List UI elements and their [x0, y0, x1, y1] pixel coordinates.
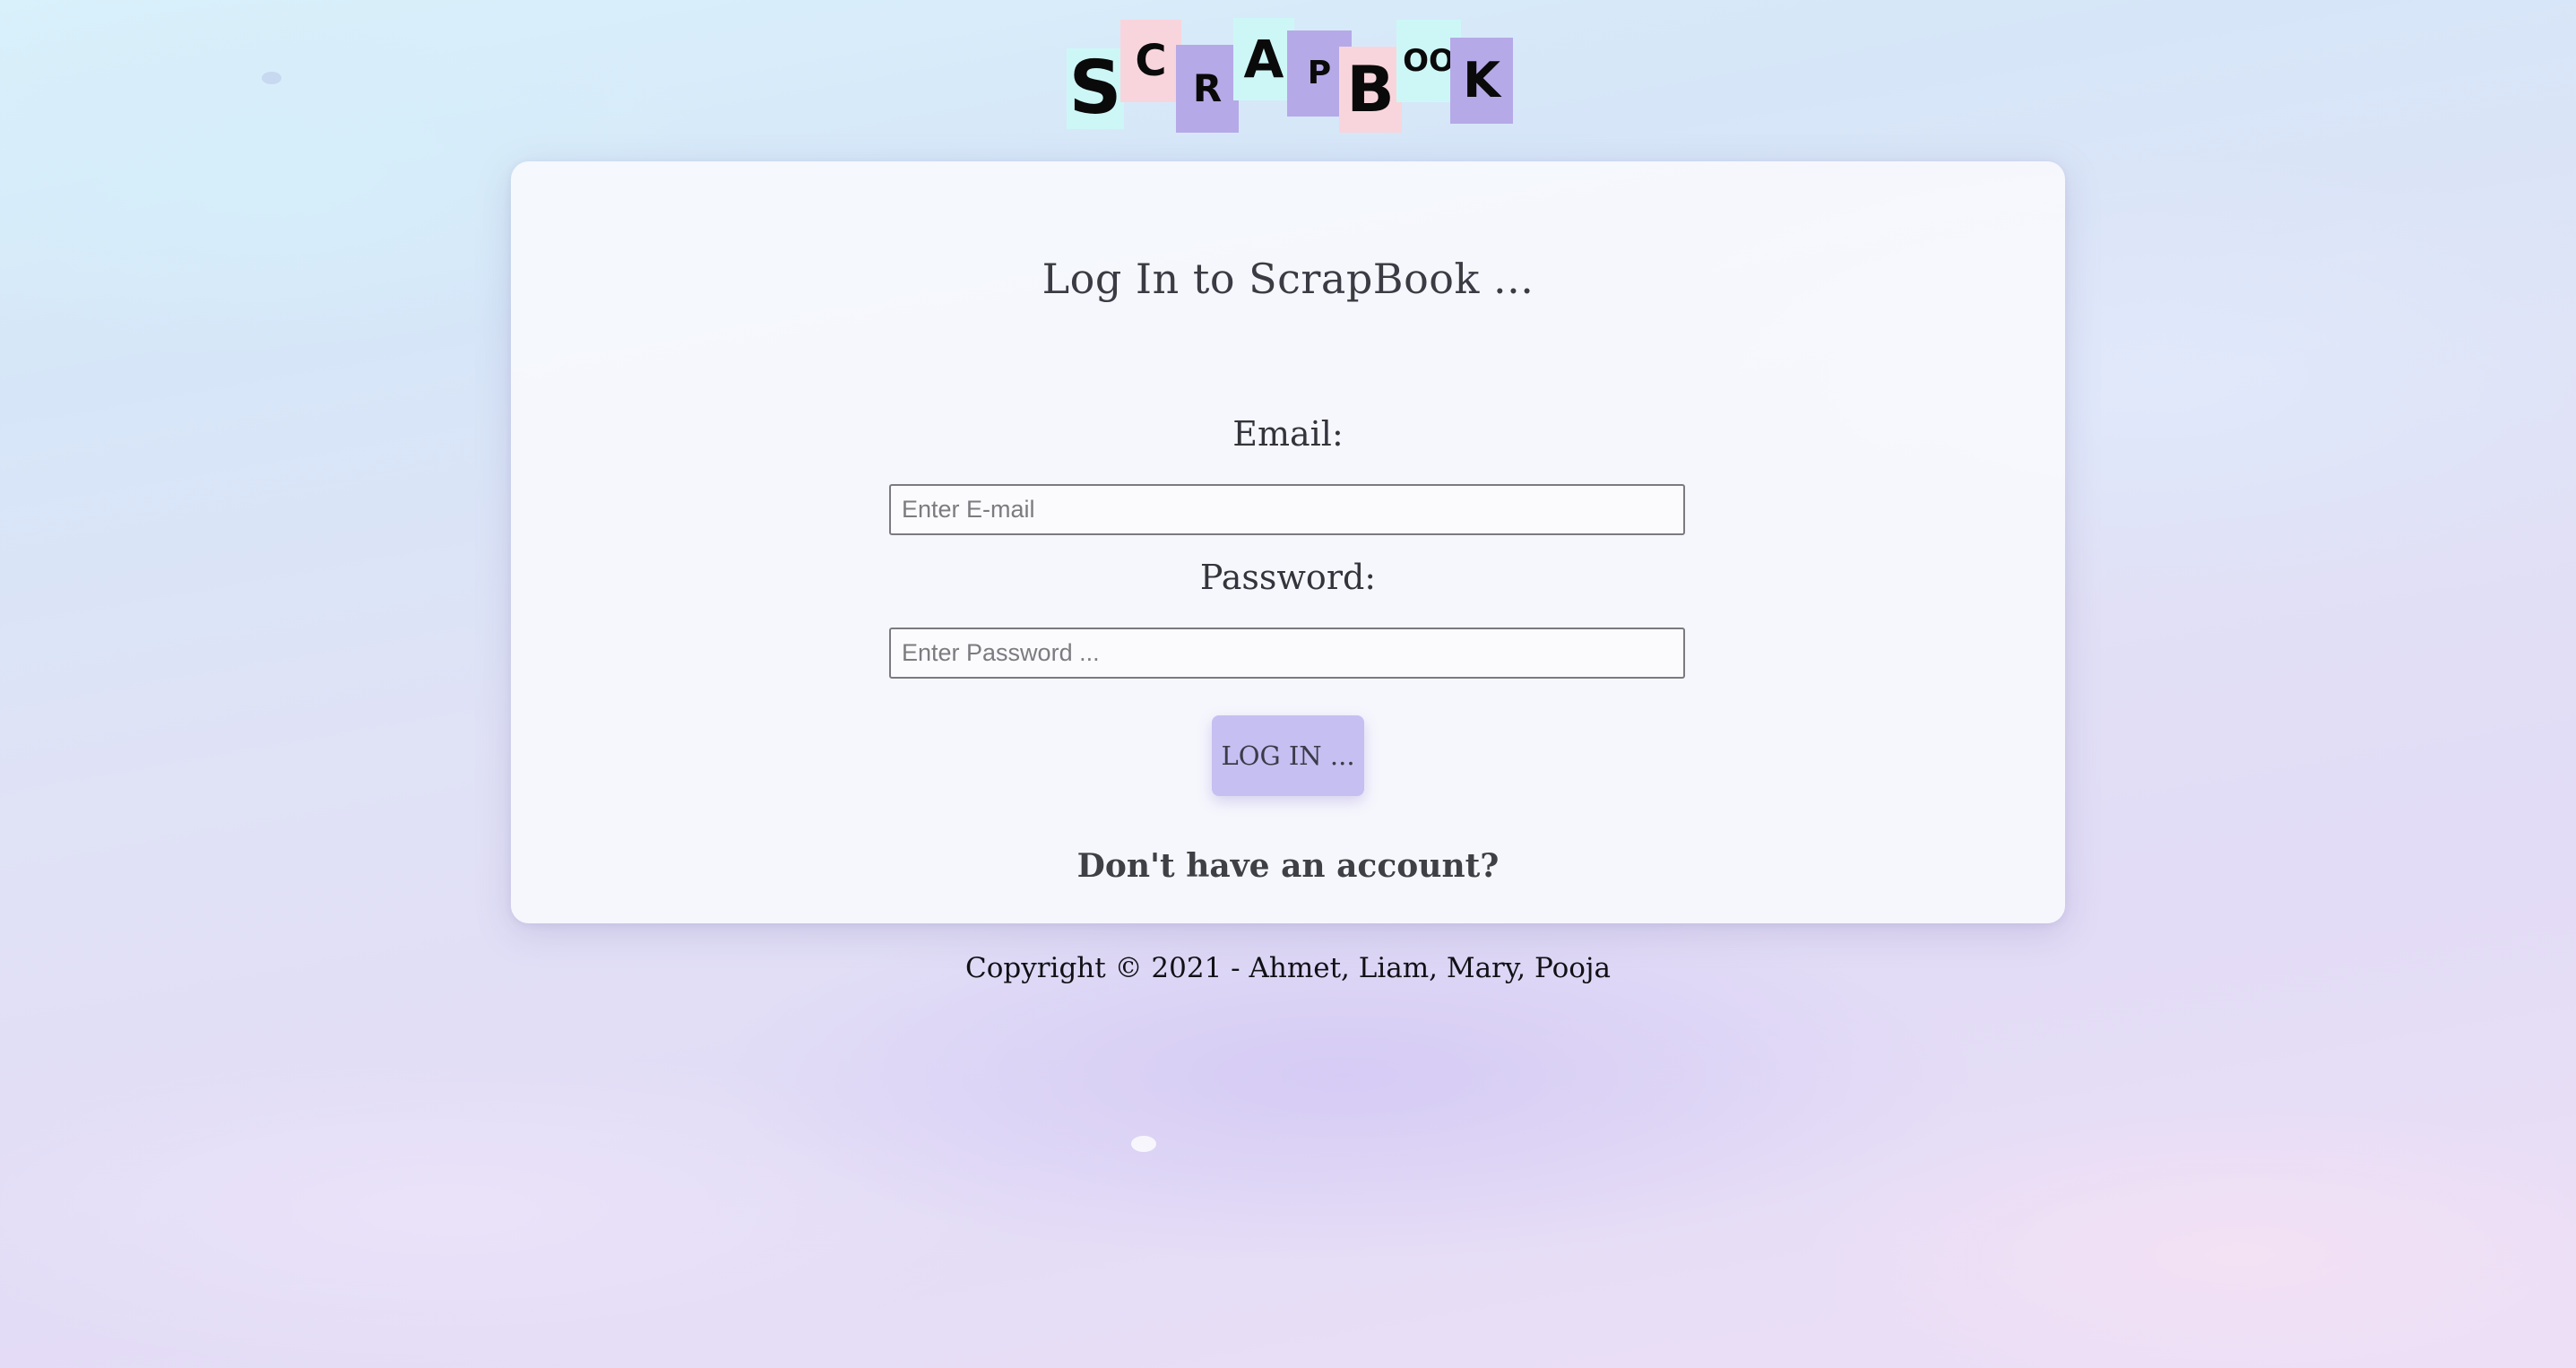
- logo-letter-a: A: [1233, 18, 1294, 100]
- password-label: Password:: [1199, 558, 1377, 597]
- logo-letter-c: C: [1120, 20, 1181, 102]
- background-speck: [1131, 1136, 1156, 1152]
- logo-letter-r: R: [1176, 45, 1239, 133]
- signup-link[interactable]: Don't have an account?: [511, 847, 2065, 885]
- email-input[interactable]: [889, 484, 1685, 535]
- logo-letter-s: S: [1067, 48, 1124, 129]
- password-input[interactable]: [889, 628, 1685, 679]
- email-label: Email:: [1232, 414, 1344, 454]
- login-card: Log In to ScrapBook ... Email: Password:…: [511, 161, 2065, 923]
- login-button[interactable]: LOG IN ...: [1212, 715, 1364, 796]
- logo-letter-b: B: [1339, 47, 1402, 133]
- scrapbook-logo[interactable]: S C R A P B OO K: [1065, 14, 1513, 136]
- background-speck: [262, 72, 281, 84]
- footer-copyright: Copyright © 2021 - Ahmet, Liam, Mary, Po…: [964, 952, 1612, 984]
- login-title: Log In to ScrapBook ...: [1042, 255, 1534, 303]
- logo-letter-k: K: [1450, 38, 1513, 124]
- logo-letter-o-first: O: [1403, 43, 1429, 79]
